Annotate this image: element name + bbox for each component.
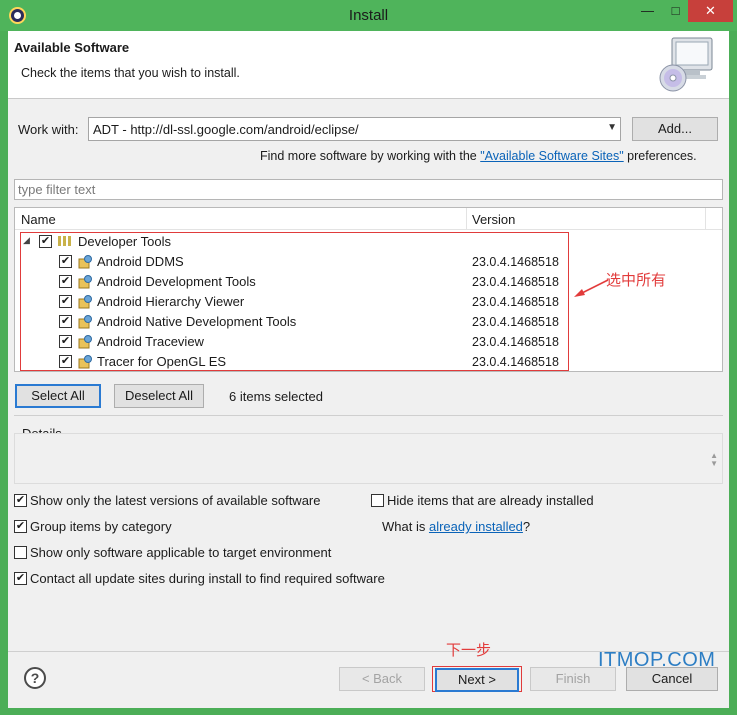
select-all-button[interactable]: Select All [15,384,101,408]
what-is-installed-text: What is already installed? [382,519,530,534]
column-divider [705,208,706,230]
annotation-highlight-box [20,232,569,371]
more-software-suffix: preferences. [623,149,697,163]
selection-status: 6 items selected [229,389,323,404]
hide-installed-label[interactable]: Hide items that are already installed [387,493,594,508]
install-software-icon [659,37,713,92]
contact-sites-checkbox[interactable]: ✔ [14,572,27,585]
watermark-text: ITMOP.COM [598,649,716,671]
filter-input[interactable] [15,180,722,199]
divider [14,415,723,416]
dialog-body: Available Software Check the items that … [8,31,729,708]
work-with-label: Work with: [18,122,79,137]
filter-field[interactable] [14,179,723,200]
back-button[interactable]: < Back [339,667,425,691]
page-title: Available Software [14,40,130,55]
already-installed-link[interactable]: already installed [429,519,523,534]
column-divider [466,208,467,230]
page-subtitle: Check the items that you wish to install… [21,66,240,80]
hide-installed-checkbox[interactable] [371,494,384,507]
details-pane[interactable]: ▲ ▼ [14,433,723,484]
add-site-button[interactable]: Add... [632,117,718,141]
window-title: Install [348,7,389,24]
next-button[interactable]: Next > [435,668,519,692]
more-software-prefix: Find more software by working with the [260,149,481,163]
install-window: Install — □ ✕ Available Software Check t… [0,0,737,715]
column-name[interactable]: Name [21,212,56,227]
more-software-text: Find more software by working with the "… [260,149,697,163]
work-with-combo[interactable]: ADT - http://dl-ssl.google.com/android/e… [88,117,621,141]
maximize-icon[interactable]: □ [661,0,690,22]
chevron-down-icon[interactable]: ▼ [607,122,617,133]
contact-sites-label[interactable]: Contact all update sites during install … [30,571,385,586]
what-is-suffix: ? [522,519,531,534]
scroll-arrows-icon[interactable]: ▲ ▼ [710,452,718,468]
annotation-select-all-note: 选中所有 [606,272,667,289]
latest-versions-checkbox[interactable]: ✔ [14,494,27,507]
group-category-checkbox[interactable]: ✔ [14,520,27,533]
header-banner: Available Software Check the items that … [8,31,729,99]
deselect-all-button[interactable]: Deselect All [114,384,204,408]
target-env-checkbox[interactable] [14,546,27,559]
annotation-next-step-note: 下一步 [446,642,492,659]
what-is-prefix: What is [382,519,429,534]
close-icon[interactable]: ✕ [688,0,733,22]
work-with-value: ADT - http://dl-ssl.google.com/android/e… [93,122,359,137]
column-version[interactable]: Version [472,212,515,227]
help-icon[interactable]: ? [24,667,46,689]
tree-header: Name Version [15,208,722,230]
target-env-label[interactable]: Show only software applicable to target … [30,545,331,560]
latest-versions-label[interactable]: Show only the latest versions of availab… [30,493,321,508]
available-software-sites-link[interactable]: "Available Software Sites" [480,149,623,163]
title-bar: Install — □ ✕ [0,0,737,31]
minimize-icon[interactable]: — [633,0,662,22]
group-category-label[interactable]: Group items by category [30,519,172,534]
